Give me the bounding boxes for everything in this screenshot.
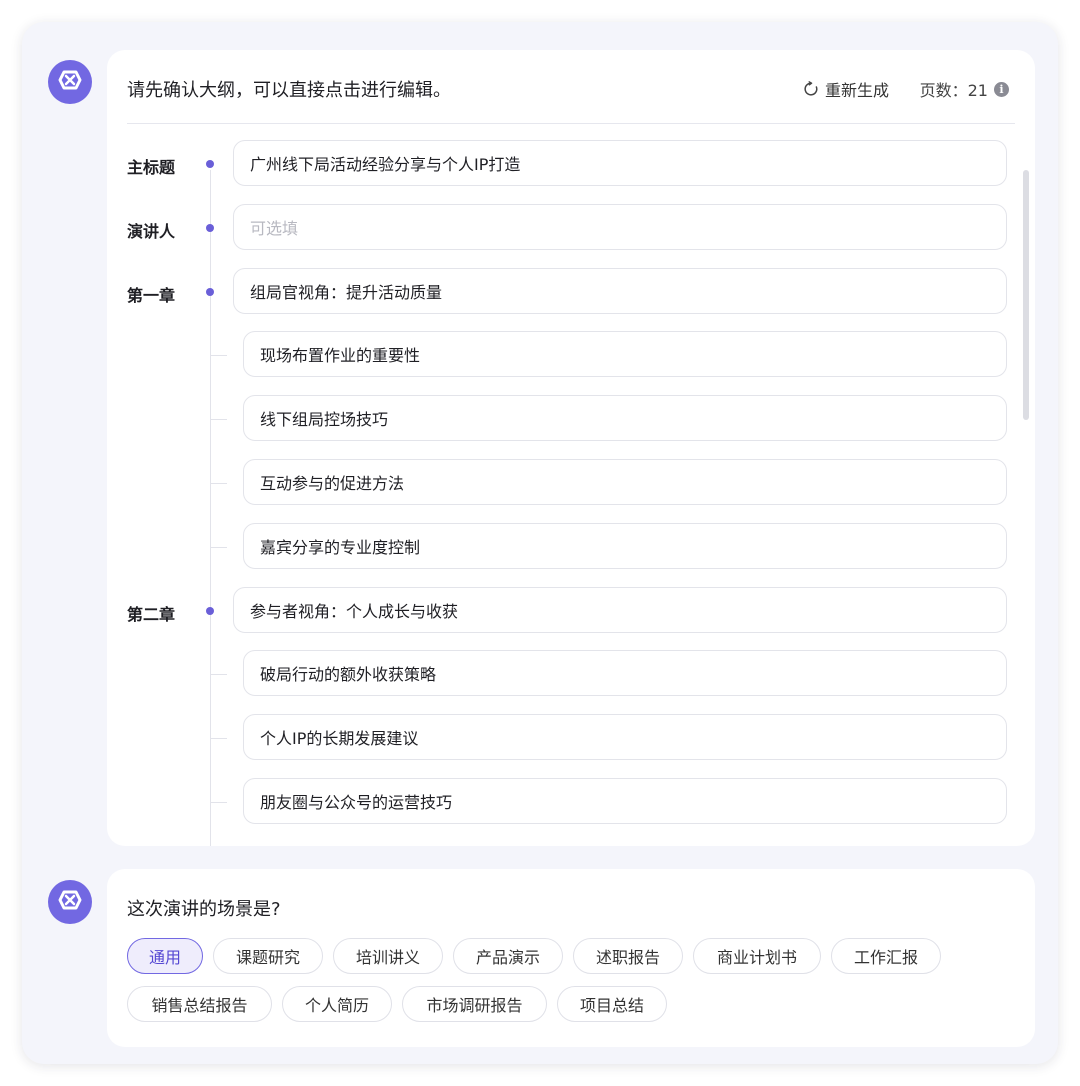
outline-chapter-input[interactable]: 组局官视角：提升活动质量	[233, 267, 1007, 314]
timeline-connector	[211, 802, 227, 803]
scenario-option[interactable]: 个人简历	[282, 986, 392, 1022]
scenario-option[interactable]: 产品演示	[453, 938, 563, 974]
timeline-dot	[206, 160, 214, 168]
outline-row: 朋友圈与公众号的运营技巧	[107, 778, 1035, 826]
scenario-option[interactable]: 通用	[127, 938, 203, 974]
outline-card: 请先确认大纲，可以直接点击进行编辑。 重新生成 页数：21 i 主标题 广州线下局…	[107, 50, 1035, 846]
scenario-option[interactable]: 述职报告	[573, 938, 683, 974]
assistant-logo-icon	[56, 886, 84, 918]
outline-row: 破局行动的额外收获策略	[107, 650, 1035, 698]
outline-section-input[interactable]: 个人IP的长期发展建议	[243, 714, 1007, 761]
outline-row: 互动参与的促进方法	[107, 459, 1035, 507]
outline-section-input[interactable]: 破局行动的额外收获策略	[243, 650, 1007, 697]
assistant-avatar	[48, 60, 92, 104]
page-count-label: 页数：21	[919, 81, 988, 100]
scenario-option[interactable]: 工作汇报	[831, 938, 941, 974]
outline-row: 现场布置作业的重要性	[107, 331, 1035, 379]
outline-chapter-input[interactable]: 广州线下局活动经验分享与个人IP打造	[233, 140, 1007, 186]
outline-section-input[interactable]: 线下组局控场技巧	[243, 395, 1007, 442]
scenario-option[interactable]: 市场调研报告	[402, 986, 547, 1022]
outline-section-input[interactable]: 嘉宾分享的专业度控制	[243, 522, 1007, 569]
outline-row-label: 演讲人	[127, 221, 176, 241]
outline-row-label: 主标题	[127, 158, 176, 177]
outline-row: 线下组局控场技巧	[107, 395, 1035, 443]
assistant-logo-icon	[56, 66, 84, 98]
timeline-connector	[211, 546, 227, 548]
refresh-icon	[803, 81, 819, 97]
outline-list[interactable]: 主标题 广州线下局活动经验分享与个人IP打造演讲人 可选填第一章 组局官视角：提升活动…	[107, 140, 1035, 846]
outline-section-input[interactable]: 现场布置作业的重要性	[243, 331, 1007, 378]
timeline-connector	[211, 483, 227, 484]
timeline-connector	[211, 674, 227, 676]
outline-row-label: 第二章	[127, 604, 176, 624]
chat-window: 请先确认大纲，可以直接点击进行编辑。 重新生成 页数：21 i 主标题 广州线下局…	[22, 22, 1058, 1064]
outline-prompt: 请先确认大纲，可以直接点击进行编辑。	[127, 80, 451, 101]
outline-scrollbar[interactable]	[1023, 170, 1029, 420]
scenario-option[interactable]: 课题研究	[213, 938, 323, 974]
outline-row-label: 第一章	[127, 285, 176, 305]
regenerate-button[interactable]: 重新生成	[803, 77, 889, 101]
outline-row: 第一章 组局官视角：提升活动质量	[107, 267, 1035, 316]
scenario-option[interactable]: 项目总结	[557, 986, 667, 1022]
scenario-card: 这次演讲的场景是? 通用 课题研究 培训讲义 产品演示 述职报告 商业计划书 工作汇报销售总…	[107, 869, 1035, 1047]
timeline-connector	[211, 355, 227, 357]
assistant-avatar	[48, 880, 92, 924]
timeline-connector	[211, 419, 227, 421]
outline-row: 嘉宾分享的专业度控制	[107, 522, 1035, 571]
scenario-question: 这次演讲的场景是?	[127, 899, 281, 920]
timeline-dot	[206, 287, 214, 296]
regenerate-label: 重新生成	[824, 81, 889, 100]
outline-input-placeholder[interactable]: 可选填	[233, 203, 1007, 250]
timeline-connector	[211, 738, 227, 740]
scenario-option[interactable]: 销售总结报告	[127, 986, 272, 1022]
outline-chapter-input[interactable]: 参与者视角：个人成长与收获	[233, 586, 1007, 633]
outline-section-input[interactable]: 互动参与的促进方法	[243, 459, 1007, 505]
outline-row: 个人IP的长期发展建议	[107, 714, 1035, 762]
outline-section-input[interactable]: 朋友圈与公众号的运营技巧	[243, 778, 1007, 824]
scenario-option[interactable]: 商业计划书	[693, 938, 821, 974]
outline-header: 请先确认大纲，可以直接点击进行编辑。 重新生成 页数：21 i	[127, 50, 1015, 124]
page-count: 页数：21 i	[920, 77, 1009, 101]
outline-row: 第二章 参与者视角：个人成长与收获	[107, 586, 1035, 635]
outline-row: 主标题 广州线下局活动经验分享与个人IP打造	[107, 140, 1035, 188]
outline-row: 演讲人 可选填	[107, 203, 1035, 252]
info-icon[interactable]: i	[994, 81, 1009, 97]
scenario-option[interactable]: 培训讲义	[333, 938, 443, 974]
timeline-dot	[206, 223, 214, 232]
timeline-dot	[206, 606, 214, 615]
